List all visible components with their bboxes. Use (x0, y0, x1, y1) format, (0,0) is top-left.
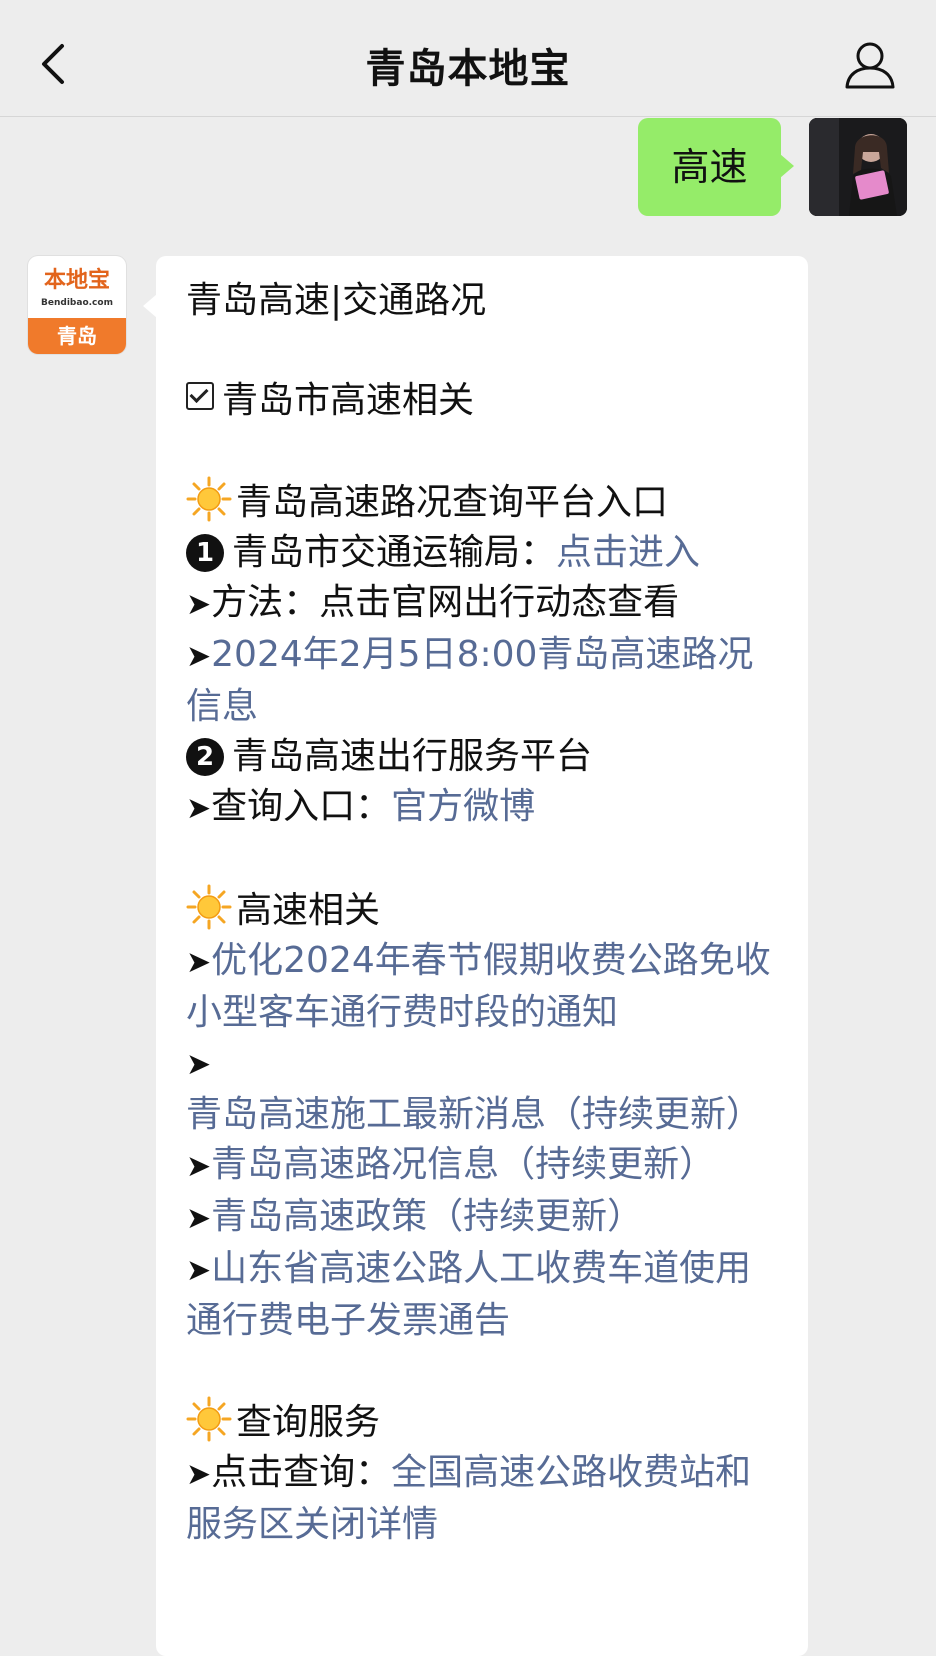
method-line: ➤方法：点击官网出行动态查看 (186, 582, 680, 623)
message-content: 青岛高速|交通路况 青岛市高速相关 青岛高速路况查询平台入口 1 青岛市交通运输局… (186, 276, 786, 1550)
related-link-item: ➤优化2024年春节假期收费公路免收小型客车通行费时段的通知 (186, 936, 786, 1038)
top-bar: 青岛本地宝 (0, 0, 936, 117)
transport-bureau-link[interactable]: 点击进入 (556, 532, 700, 573)
section-heading: 青岛高速路况查询平台入口 (186, 476, 786, 528)
profile-icon[interactable] (844, 40, 896, 90)
sun-icon (186, 476, 232, 522)
sun-icon (186, 1396, 232, 1442)
arrow-bullet-icon: ➤ (186, 587, 212, 622)
traffic-news-link[interactable]: 2024年2月5日8:00青岛高速路况信息 (186, 634, 753, 727)
logo-text: 本地宝 (43, 267, 110, 293)
logo-city: 青岛 (28, 318, 126, 354)
related-link-item: ➤山东省高速公路人工收费车道使用通行费电子发票通告 (186, 1244, 786, 1346)
tag-line: 青岛市高速相关 (186, 376, 786, 426)
related-link[interactable]: 青岛高速政策（持续更新） (211, 1196, 643, 1237)
outgoing-message-bubble[interactable]: 高速 (638, 118, 794, 216)
sun-icon (186, 884, 232, 930)
arrow-bullet-icon: ➤ (186, 1047, 212, 1082)
related-link[interactable]: 青岛高速施工最新消息（持续更新） (186, 1094, 762, 1135)
arrow-bullet-icon: ➤ (186, 639, 212, 674)
news-line: ➤2024年2月5日8:00青岛高速路况信息 (186, 630, 786, 732)
arrow-bullet-icon: ➤ (186, 791, 212, 826)
arrow-bullet-icon: ➤ (186, 1201, 212, 1236)
related-link[interactable]: 青岛高速路况信息（持续更新） (211, 1144, 715, 1185)
logo-subtext: Bendibao.com (41, 298, 113, 308)
message-title: 青岛高速|交通路况 (186, 280, 487, 321)
number-badge-2: 2 (186, 738, 224, 776)
platform-item-1: 1 青岛市交通运输局：点击进入 (186, 528, 786, 578)
number-badge-1: 1 (186, 534, 224, 572)
related-link-item: ➤ 青岛高速施工最新消息（持续更新） (186, 1038, 786, 1140)
query-line: ➤查询入口：官方微博 (186, 786, 536, 827)
related-link-item: ➤青岛高速路况信息（持续更新） (186, 1140, 786, 1192)
section-heading: 高速相关 (186, 884, 786, 936)
my-avatar[interactable] (809, 118, 907, 216)
platform-item-2: 2 青岛高速出行服务平台 (186, 732, 786, 782)
official-account-avatar[interactable]: 本地宝 Bendibao.com 青岛 (28, 256, 126, 354)
service-line: ➤点击查询：全国高速公路收费站和服务区关闭详情 (186, 1452, 752, 1545)
related-link-item: ➤青岛高速政策（持续更新） (186, 1192, 786, 1244)
related-link[interactable]: 优化2024年春节假期收费公路免收小型客车通行费时段的通知 (186, 940, 771, 1033)
related-link[interactable]: 山东省高速公路人工收费车道使用通行费电子发票通告 (186, 1248, 751, 1341)
arrow-bullet-icon: ➤ (186, 945, 212, 980)
chat-title: 青岛本地宝 (365, 46, 571, 92)
arrow-bullet-icon: ➤ (186, 1253, 212, 1288)
arrow-bullet-icon: ➤ (186, 1149, 212, 1184)
section-heading: 查询服务 (186, 1396, 786, 1448)
arrow-bullet-icon: ➤ (186, 1457, 212, 1492)
avatar-photo (809, 118, 907, 216)
outgoing-message-text: 高速 (671, 145, 748, 189)
checkbox-icon (186, 382, 214, 410)
weibo-link[interactable]: 官方微博 (391, 786, 535, 827)
logo-top: 本地宝 Bendibao.com (28, 256, 126, 318)
incoming-message-bubble: 青岛高速|交通路况 青岛市高速相关 青岛高速路况查询平台入口 1 青岛市交通运输局… (143, 256, 808, 1656)
tag-text: 青岛市高速相关 (222, 380, 475, 421)
